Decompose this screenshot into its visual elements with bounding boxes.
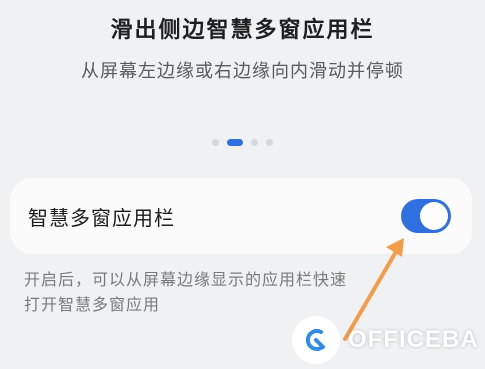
setting-label: 智慧多窗应用栏 [28, 206, 175, 230]
description-line-1: 开启后，可以从屏幕边缘显示的应用栏快速 [24, 270, 348, 289]
toggle-knob [420, 202, 448, 230]
smart-multiwindow-toggle[interactable] [401, 199, 451, 233]
setting-description: 开启后，可以从屏幕边缘显示的应用栏快速 打开智慧多窗应用 [24, 267, 464, 317]
page-indicator [0, 139, 485, 146]
page-dot[interactable] [251, 139, 258, 146]
page-dot-active[interactable] [227, 139, 243, 146]
setting-card: 智慧多窗应用栏 [10, 178, 472, 254]
watermark: OFFICEBA [292, 312, 479, 368]
page-dot[interactable] [212, 139, 219, 146]
page-subtitle: 从屏幕左边缘或右边缘向内滑动并停顿 [81, 61, 404, 82]
officeba-logo-icon [292, 316, 340, 364]
page-title: 滑出侧边智慧多窗应用栏 [110, 18, 375, 43]
page-dot[interactable] [266, 139, 273, 146]
watermark-text: OFFICEBA [348, 326, 479, 353]
